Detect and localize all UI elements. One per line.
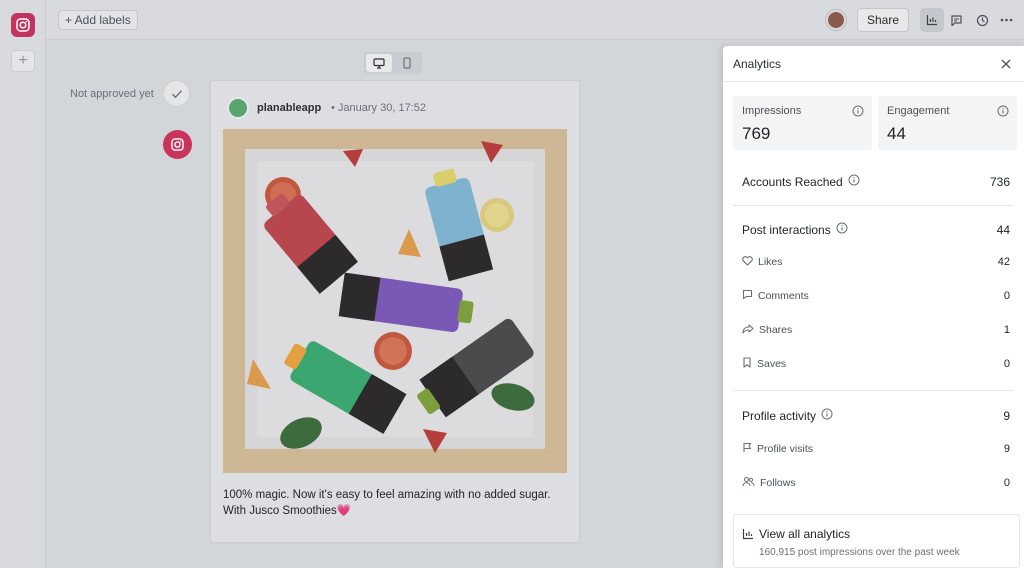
saves-row: Saves 0	[742, 355, 1010, 373]
post-preview-card: planableapp • January 30, 17:52 100% mag…	[210, 80, 580, 543]
comments-row: Comments 0	[742, 287, 1010, 305]
impressions-value: 769	[742, 124, 771, 143]
approve-check-icon[interactable]	[163, 80, 190, 107]
comment-icon	[742, 287, 753, 305]
comments-icon[interactable]	[944, 8, 968, 32]
user-avatar[interactable]	[826, 10, 846, 30]
desktop-icon[interactable]	[366, 54, 392, 72]
analytics-chart-icon	[742, 527, 754, 545]
comments-value: 0	[1003, 290, 1010, 302]
shares-value: 1	[1003, 324, 1010, 336]
history-icon[interactable]	[970, 8, 994, 32]
likes-row: Likes 42	[742, 253, 1010, 271]
view-all-analytics-card[interactable]: View all analytics 160,915 post impressi…	[733, 514, 1020, 568]
add-page-button[interactable]: +	[11, 50, 35, 72]
likes-value: 42	[997, 256, 1010, 268]
info-icon[interactable]	[848, 173, 860, 191]
info-icon[interactable]	[997, 104, 1009, 122]
left-rail: +	[0, 0, 46, 568]
share-button[interactable]: Share	[857, 8, 909, 32]
approval-status: Not approved yet	[70, 88, 154, 100]
close-icon[interactable]	[998, 56, 1014, 72]
view-all-analytics-link[interactable]: View all analytics	[759, 527, 850, 541]
account-avatar	[227, 97, 249, 119]
caption-line: 100% magic. Now it's easy to feel amazin…	[223, 489, 551, 501]
post-image	[223, 129, 567, 473]
likes-label: Likes	[758, 256, 783, 268]
shares-label: Shares	[759, 324, 793, 336]
impressions-label: Impressions	[742, 105, 802, 117]
device-toggle	[364, 52, 422, 74]
engagement-card: Engagement 44	[878, 96, 1017, 150]
info-icon[interactable]	[836, 221, 848, 239]
post-interactions-label: Post interactions	[742, 223, 831, 237]
divider	[733, 390, 1014, 391]
comments-label: Comments	[758, 290, 809, 302]
follows-value: 0	[1003, 477, 1010, 489]
profile-activity-value: 9	[1003, 409, 1010, 423]
info-icon[interactable]	[821, 407, 833, 425]
mobile-icon[interactable]	[394, 54, 420, 72]
add-labels-button[interactable]: + Add labels	[58, 10, 138, 30]
instagram-icon[interactable]	[11, 13, 35, 37]
caption-line: With Jusco Smoothies💗	[223, 505, 352, 517]
share-arrow-icon	[742, 321, 754, 339]
shares-row: Shares 1	[742, 321, 1010, 339]
saves-label: Saves	[757, 358, 787, 370]
profile-visits-label: Profile visits	[757, 443, 814, 455]
profile-visits-value: 9	[1003, 443, 1010, 455]
post-date: • January 30, 17:52	[331, 102, 426, 114]
panel-header: Analytics	[723, 46, 1024, 82]
bookmark-icon	[742, 355, 752, 373]
heart-icon	[742, 253, 753, 271]
info-icon[interactable]	[852, 104, 864, 122]
post-interactions-value: 44	[996, 223, 1010, 237]
flag-icon	[742, 440, 752, 458]
analytics-panel: Analytics Impressions 769 Engagement 44 …	[723, 46, 1024, 568]
analytics-icon[interactable]	[920, 8, 944, 32]
top-bar: + Add labels Share	[46, 0, 1024, 40]
panel-title: Analytics	[733, 56, 782, 71]
view-all-analytics-subtitle: 160,915 post impressions over the past w…	[759, 547, 960, 558]
accounts-reached-label: Accounts Reached	[742, 175, 843, 189]
profile-visits-row: Profile visits 9	[742, 440, 1010, 458]
post-interactions-row: Post interactions 44	[742, 221, 1010, 239]
divider	[733, 205, 1014, 206]
users-icon	[742, 474, 755, 492]
follows-label: Follows	[760, 477, 796, 489]
saves-value: 0	[1003, 358, 1010, 370]
engagement-value: 44	[887, 124, 906, 143]
engagement-label: Engagement	[887, 105, 950, 117]
account-handle[interactable]: planableapp	[257, 102, 321, 114]
profile-activity-label: Profile activity	[742, 409, 817, 423]
instagram-badge-icon	[163, 130, 192, 159]
profile-activity-row: Profile activity 9	[742, 407, 1010, 425]
more-icon[interactable]	[994, 8, 1018, 32]
post-caption: 100% magic. Now it's easy to feel amazin…	[223, 487, 563, 519]
impressions-card: Impressions 769	[733, 96, 872, 150]
accounts-reached-row: Accounts Reached 736	[742, 173, 1010, 191]
accounts-reached-value: 736	[989, 175, 1010, 189]
follows-row: Follows 0	[742, 474, 1010, 492]
